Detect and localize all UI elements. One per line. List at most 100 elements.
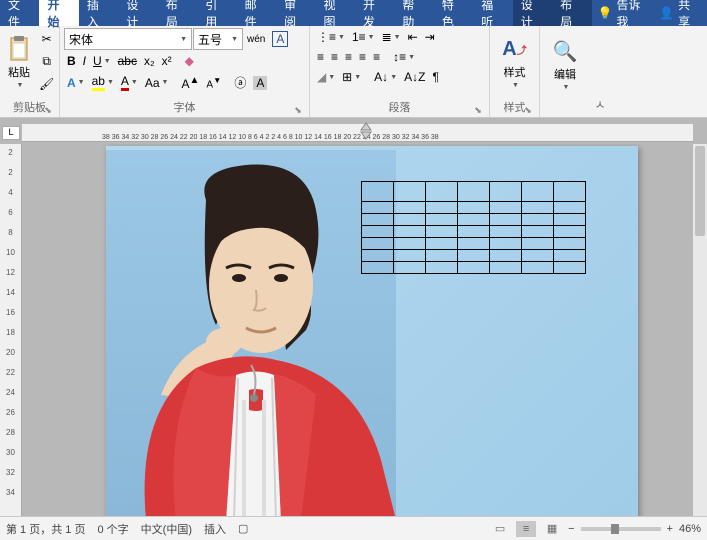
vertical-scrollbar[interactable] bbox=[693, 144, 707, 516]
table-cell[interactable] bbox=[554, 262, 586, 274]
table-cell[interactable] bbox=[554, 226, 586, 238]
paste-button[interactable]: 粘贴 ▼ bbox=[4, 28, 34, 97]
clipboard-dialog-launcher[interactable]: ⬊ bbox=[43, 105, 53, 115]
table-cell[interactable] bbox=[522, 226, 554, 238]
table-cell[interactable] bbox=[458, 226, 490, 238]
table-cell[interactable] bbox=[554, 202, 586, 214]
table-cell[interactable] bbox=[426, 226, 458, 238]
decrease-indent-button[interactable]: ⇤ bbox=[405, 28, 421, 46]
phonetic-guide-button[interactable]: wén bbox=[244, 32, 268, 47]
clear-formatting-button[interactable]: ◆ bbox=[182, 52, 197, 70]
borders-button[interactable]: ⊞▼ bbox=[339, 68, 364, 86]
bold-button[interactable]: B bbox=[64, 52, 79, 70]
table-cell[interactable] bbox=[362, 214, 394, 226]
table-cell[interactable] bbox=[490, 250, 522, 262]
table-cell[interactable] bbox=[522, 214, 554, 226]
align-right-button[interactable]: ≡ bbox=[342, 48, 355, 66]
table-cell[interactable] bbox=[426, 214, 458, 226]
align-center-button[interactable]: ≡ bbox=[328, 48, 341, 66]
tab-table-layout[interactable]: 布局 bbox=[552, 0, 591, 26]
enclose-characters-button[interactable]: ⓐ bbox=[231, 72, 249, 93]
table-cell[interactable] bbox=[426, 202, 458, 214]
numbering-button[interactable]: 1≡▼ bbox=[349, 28, 378, 46]
table-cell[interactable] bbox=[490, 214, 522, 226]
table-cell[interactable] bbox=[394, 214, 426, 226]
tab-special[interactable]: 特色 bbox=[434, 0, 473, 26]
word-count[interactable]: 0 个字 bbox=[97, 521, 128, 537]
tab-fuxin[interactable]: 福听 bbox=[473, 0, 512, 26]
change-case-button[interactable]: Aa▼ bbox=[142, 74, 172, 92]
table-cell[interactable] bbox=[490, 262, 522, 274]
document-table[interactable] bbox=[361, 181, 586, 274]
table-cell[interactable] bbox=[362, 182, 394, 202]
styles-dialog-launcher[interactable]: ⬊ bbox=[523, 105, 533, 115]
table-cell[interactable] bbox=[490, 238, 522, 250]
font-color-button[interactable]: A▼ bbox=[118, 72, 141, 93]
table-cell[interactable] bbox=[394, 262, 426, 274]
table-cell[interactable] bbox=[522, 238, 554, 250]
table-cell[interactable] bbox=[554, 238, 586, 250]
view-print-button[interactable]: ≡ bbox=[516, 521, 536, 537]
strikethrough-button[interactable]: abc bbox=[115, 52, 140, 70]
tab-file[interactable]: 文件 bbox=[0, 0, 39, 26]
indent-marker[interactable] bbox=[360, 122, 372, 140]
zoom-slider[interactable] bbox=[581, 527, 661, 531]
show-marks-button[interactable]: ¶ bbox=[429, 68, 441, 86]
table-cell[interactable] bbox=[458, 238, 490, 250]
multilevel-list-button[interactable]: ≣▼ bbox=[379, 28, 404, 46]
table-cell[interactable] bbox=[522, 202, 554, 214]
table-cell[interactable] bbox=[522, 262, 554, 274]
table-cell[interactable] bbox=[394, 238, 426, 250]
underline-button[interactable]: U▼ bbox=[90, 52, 114, 70]
styles-button[interactable]: A⤴ 样式 ▼ bbox=[494, 28, 535, 97]
table-row[interactable] bbox=[362, 202, 586, 214]
table-cell[interactable] bbox=[362, 238, 394, 250]
zoom-in-button[interactable]: + bbox=[667, 523, 673, 535]
table-cell[interactable] bbox=[490, 182, 522, 202]
text-effects-button[interactable]: A▼ bbox=[64, 74, 88, 92]
table-cell[interactable] bbox=[394, 250, 426, 262]
superscript-button[interactable]: x² bbox=[159, 52, 175, 70]
table-cell[interactable] bbox=[362, 226, 394, 238]
table-cell[interactable] bbox=[458, 214, 490, 226]
tab-references[interactable]: 引用 bbox=[197, 0, 236, 26]
zoom-out-button[interactable]: − bbox=[568, 523, 574, 535]
macro-recorder[interactable]: ▢ bbox=[238, 522, 248, 535]
highlight-button[interactable]: ab▼ bbox=[89, 72, 117, 93]
zoom-level[interactable]: 46% bbox=[679, 523, 701, 535]
table-row[interactable] bbox=[362, 262, 586, 274]
table-cell[interactable] bbox=[458, 182, 490, 202]
view-web-button[interactable]: ▦ bbox=[542, 521, 562, 537]
table-cell[interactable] bbox=[426, 182, 458, 202]
table-row[interactable] bbox=[362, 214, 586, 226]
tab-help[interactable]: 帮助 bbox=[394, 0, 433, 26]
table-cell[interactable] bbox=[394, 182, 426, 202]
tab-layout[interactable]: 布局 bbox=[158, 0, 197, 26]
tab-developer[interactable]: 开发 bbox=[355, 0, 394, 26]
justify-button[interactable]: ≡ bbox=[356, 48, 369, 66]
font-family-combo[interactable]: 宋体 ▼ bbox=[64, 28, 192, 50]
table-cell[interactable] bbox=[554, 182, 586, 202]
distributed-button[interactable]: ≡ bbox=[370, 48, 383, 66]
table-cell[interactable] bbox=[362, 262, 394, 274]
tab-review[interactable]: 审阅 bbox=[276, 0, 315, 26]
collapse-ribbon-button[interactable]: ㅅ bbox=[590, 26, 610, 117]
table-row[interactable] bbox=[362, 182, 586, 202]
table-cell[interactable] bbox=[426, 262, 458, 274]
table-cell[interactable] bbox=[522, 250, 554, 262]
tab-view[interactable]: 视图 bbox=[316, 0, 355, 26]
table-cell[interactable] bbox=[394, 226, 426, 238]
table-cell[interactable] bbox=[426, 250, 458, 262]
page-indicator[interactable]: 第 1 页，共 1 页 bbox=[6, 521, 85, 537]
insert-mode[interactable]: 插入 bbox=[204, 521, 226, 537]
subscript-button[interactable]: x₂ bbox=[141, 52, 158, 70]
table-cell[interactable] bbox=[458, 202, 490, 214]
table-row[interactable] bbox=[362, 226, 586, 238]
share-button[interactable]: 👤 共享 bbox=[659, 0, 701, 30]
italic-button[interactable]: I bbox=[80, 52, 89, 70]
document-page[interactable] bbox=[106, 146, 638, 516]
zoom-slider-thumb[interactable] bbox=[611, 524, 619, 534]
table-cell[interactable] bbox=[362, 250, 394, 262]
table-cell[interactable] bbox=[458, 250, 490, 262]
copy-button[interactable]: ⧉ bbox=[36, 52, 57, 71]
